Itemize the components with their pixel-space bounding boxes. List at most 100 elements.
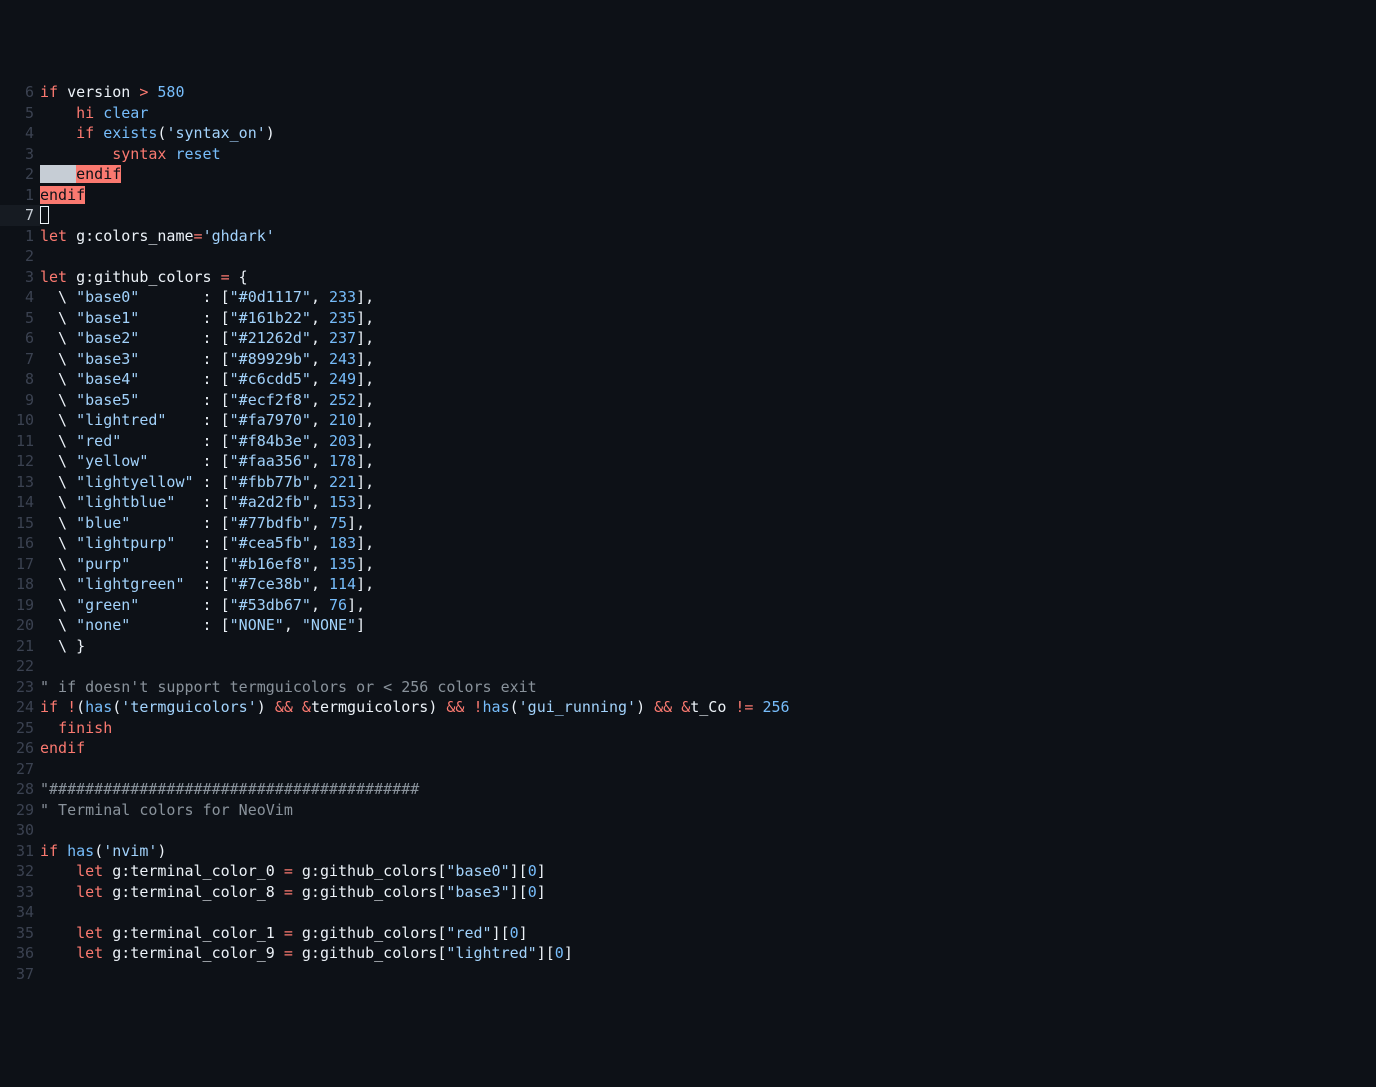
- code-content[interactable]: \ "lightyellow" : ["#fbb77b", 221],: [40, 472, 1376, 493]
- token: "lightpurp": [76, 534, 175, 552]
- line-number-gutter: 37: [0, 964, 40, 985]
- code-content[interactable]: \ "lightred" : ["#fa7970", 210],: [40, 410, 1376, 431]
- code-line[interactable]: 9 \ "base5" : ["#ecf2f8", 252],: [0, 390, 1376, 411]
- code-line[interactable]: 21 \ }: [0, 636, 1376, 657]
- code-content[interactable]: " Terminal colors for NeoVim: [40, 800, 1376, 821]
- token: : [: [130, 616, 229, 634]
- code-line[interactable]: 37: [0, 964, 1376, 985]
- token: 0: [528, 883, 537, 901]
- code-line[interactable]: 10 \ "lightred" : ["#fa7970", 210],: [0, 410, 1376, 431]
- code-content[interactable]: \ "none" : ["NONE", "NONE"]: [40, 615, 1376, 636]
- code-content[interactable]: \ "yellow" : ["#faa356", 178],: [40, 451, 1376, 472]
- code-content[interactable]: let g:terminal_color_8 = g:github_colors…: [40, 882, 1376, 903]
- code-content[interactable]: [40, 820, 1376, 841]
- code-line[interactable]: 2 endif: [0, 164, 1376, 185]
- code-content[interactable]: if !(has('termguicolors') && &termguicol…: [40, 697, 1376, 718]
- code-line[interactable]: 33 let g:terminal_color_8 = g:github_col…: [0, 882, 1376, 903]
- code-line[interactable]: 26endif: [0, 738, 1376, 759]
- code-content[interactable]: \ "base3" : ["#89929b", 243],: [40, 349, 1376, 370]
- code-line[interactable]: 4 \ "base0" : ["#0d1117", 233],: [0, 287, 1376, 308]
- code-line[interactable]: 20 \ "none" : ["NONE", "NONE"]: [0, 615, 1376, 636]
- code-line[interactable]: 27: [0, 759, 1376, 780]
- code-line[interactable]: 7 \ "base3" : ["#89929b", 243],: [0, 349, 1376, 370]
- code-line[interactable]: 36 let g:terminal_color_9 = g:github_col…: [0, 943, 1376, 964]
- code-content[interactable]: [40, 902, 1376, 923]
- code-line[interactable]: 3let g:github_colors = {: [0, 267, 1376, 288]
- code-line[interactable]: 13 \ "lightyellow" : ["#fbb77b", 221],: [0, 472, 1376, 493]
- code-line[interactable]: 5 hi clear: [0, 103, 1376, 124]
- code-content[interactable]: "#######################################…: [40, 779, 1376, 800]
- code-line[interactable]: 2: [0, 246, 1376, 267]
- code-content[interactable]: \ }: [40, 636, 1376, 657]
- code-content[interactable]: " if doesn't support termguicolors or < …: [40, 677, 1376, 698]
- code-content[interactable]: syntax reset: [40, 144, 1376, 165]
- code-content[interactable]: [40, 246, 1376, 267]
- token: ],: [356, 391, 374, 409]
- code-content[interactable]: let g:terminal_color_1 = g:github_colors…: [40, 923, 1376, 944]
- code-line[interactable]: 23" if doesn't support termguicolors or …: [0, 677, 1376, 698]
- code-line[interactable]: 7: [0, 205, 1376, 226]
- code-content[interactable]: \ "lightblue" : ["#a2d2fb", 153],: [40, 492, 1376, 513]
- line-number-gutter: 16: [0, 533, 40, 554]
- code-content[interactable]: \ "base0" : ["#0d1117", 233],: [40, 287, 1376, 308]
- code-content[interactable]: \ "blue" : ["#77bdfb", 75],: [40, 513, 1376, 534]
- code-content[interactable]: [40, 656, 1376, 677]
- code-line[interactable]: 30: [0, 820, 1376, 841]
- code-content[interactable]: finish: [40, 718, 1376, 739]
- code-line[interactable]: 18 \ "lightgreen" : ["#7ce38b", 114],: [0, 574, 1376, 595]
- code-line[interactable]: 15 \ "blue" : ["#77bdfb", 75],: [0, 513, 1376, 534]
- code-line[interactable]: 14 \ "lightblue" : ["#a2d2fb", 153],: [0, 492, 1376, 513]
- code-line[interactable]: 34: [0, 902, 1376, 923]
- code-content[interactable]: \ "green" : ["#53db67", 76],: [40, 595, 1376, 616]
- code-line[interactable]: 24if !(has('termguicolors') && &termguic…: [0, 697, 1376, 718]
- code-content[interactable]: \ "purp" : ["#b16ef8", 135],: [40, 554, 1376, 575]
- code-line[interactable]: 3 syntax reset: [0, 144, 1376, 165]
- code-content[interactable]: \ "red" : ["#f84b3e", 203],: [40, 431, 1376, 452]
- code-line[interactable]: 17 \ "purp" : ["#b16ef8", 135],: [0, 554, 1376, 575]
- code-line[interactable]: 5 \ "base1" : ["#161b22", 235],: [0, 308, 1376, 329]
- code-line[interactable]: 4 if exists('syntax_on'): [0, 123, 1376, 144]
- code-line[interactable]: 12 \ "yellow" : ["#faa356", 178],: [0, 451, 1376, 472]
- code-line[interactable]: 25 finish: [0, 718, 1376, 739]
- token: : [: [139, 329, 229, 347]
- token: "purp": [76, 555, 130, 573]
- code-line[interactable]: 16 \ "lightpurp" : ["#cea5fb", 183],: [0, 533, 1376, 554]
- code-content[interactable]: [40, 964, 1376, 985]
- code-line[interactable]: 31if has('nvim'): [0, 841, 1376, 862]
- code-line[interactable]: 11 \ "red" : ["#f84b3e", 203],: [0, 431, 1376, 452]
- code-content[interactable]: \ "base2" : ["#21262d", 237],: [40, 328, 1376, 349]
- code-line[interactable]: 1let g:colors_name='ghdark': [0, 226, 1376, 247]
- code-content[interactable]: let g:terminal_color_9 = g:github_colors…: [40, 943, 1376, 964]
- token: "#a2d2fb": [230, 493, 311, 511]
- code-content[interactable]: endif: [40, 738, 1376, 759]
- code-line[interactable]: 22: [0, 656, 1376, 677]
- code-line[interactable]: 6 \ "base2" : ["#21262d", 237],: [0, 328, 1376, 349]
- code-line[interactable]: 29" Terminal colors for NeoVim: [0, 800, 1376, 821]
- code-line[interactable]: 28"#####################################…: [0, 779, 1376, 800]
- code-content[interactable]: \ "base1" : ["#161b22", 235],: [40, 308, 1376, 329]
- code-content[interactable]: let g:colors_name='ghdark': [40, 226, 1376, 247]
- code-content[interactable]: \ "base4" : ["#c6cdd5", 249],: [40, 369, 1376, 390]
- code-content[interactable]: \ "lightgreen" : ["#7ce38b", 114],: [40, 574, 1376, 595]
- code-content[interactable]: [40, 759, 1376, 780]
- code-content[interactable]: let g:terminal_color_0 = g:github_colors…: [40, 861, 1376, 882]
- code-content[interactable]: \ "base5" : ["#ecf2f8", 252],: [40, 390, 1376, 411]
- code-content[interactable]: endif: [40, 164, 1376, 185]
- code-content[interactable]: if has('nvim'): [40, 841, 1376, 862]
- token: &: [681, 698, 690, 716]
- code-line[interactable]: 8 \ "base4" : ["#c6cdd5", 249],: [0, 369, 1376, 390]
- code-content[interactable]: [40, 205, 1376, 226]
- code-line[interactable]: 35 let g:terminal_color_1 = g:github_col…: [0, 923, 1376, 944]
- code-content[interactable]: \ "lightpurp" : ["#cea5fb", 183],: [40, 533, 1376, 554]
- code-line[interactable]: 32 let g:terminal_color_0 = g:github_col…: [0, 861, 1376, 882]
- code-line[interactable]: 1endif: [0, 185, 1376, 206]
- token: "#b16ef8": [230, 555, 311, 573]
- code-line[interactable]: 6if version > 580: [0, 82, 1376, 103]
- code-line[interactable]: 19 \ "green" : ["#53db67", 76],: [0, 595, 1376, 616]
- code-content[interactable]: if version > 580: [40, 82, 1376, 103]
- code-content[interactable]: if exists('syntax_on'): [40, 123, 1376, 144]
- code-content[interactable]: endif: [40, 185, 1376, 206]
- code-editor[interactable]: 6if version > 5805 hi clear4 if exists('…: [0, 82, 1376, 984]
- code-content[interactable]: hi clear: [40, 103, 1376, 124]
- code-content[interactable]: let g:github_colors = {: [40, 267, 1376, 288]
